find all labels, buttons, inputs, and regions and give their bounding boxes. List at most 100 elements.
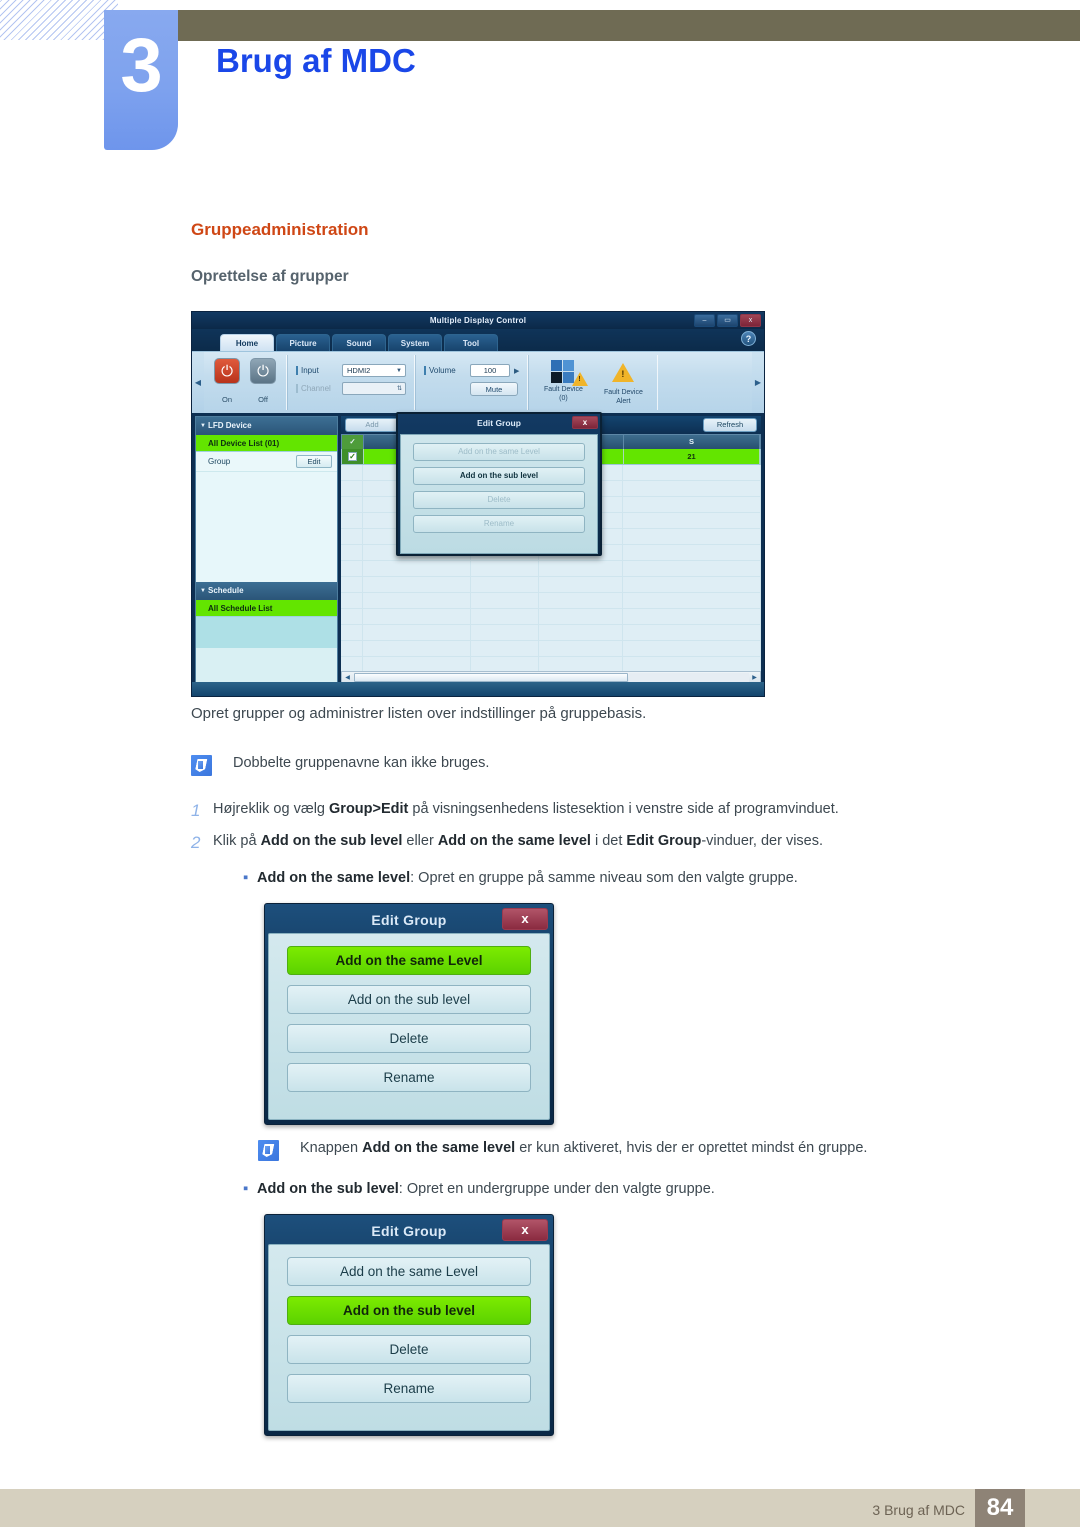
step-1: 1 Højreklik og vælg Group>Edit på visnin… (191, 800, 839, 822)
tab-system[interactable]: System (388, 334, 442, 351)
chevron-down-icon: ▼ (396, 368, 402, 374)
table-row[interactable] (341, 593, 761, 609)
minimize-button[interactable]: – (694, 314, 715, 327)
edit-group-dialog-same-level: Edit Group x Add on the same Level Add o… (264, 903, 554, 1125)
bullet-add-same-level: ▪ Add on the same level: Opret en gruppe… (243, 869, 798, 889)
manual-page: 3 Brug af MDC Gruppeadministration Opret… (0, 0, 1080, 1527)
tab-home[interactable]: Home (220, 334, 274, 351)
tab-tool[interactable]: Tool (444, 334, 498, 351)
grid-header-check[interactable]: ✓ (342, 435, 364, 449)
intro-paragraph: Opret grupper og administrer listen over… (191, 705, 647, 722)
scroll-left-icon[interactable]: ◀ (342, 674, 353, 681)
grid-refresh-button[interactable]: Refresh (703, 418, 757, 432)
ribbon-group-fault: Fault Device (0) Fault Device Alert (528, 355, 659, 410)
embedded-rename-button[interactable]: Rename (413, 515, 585, 533)
scrollbar-thumb[interactable] (354, 672, 628, 682)
volume-input[interactable]: 100 (470, 364, 510, 377)
sidebar-item-all-schedule-list[interactable]: All Schedule List (196, 600, 337, 617)
fault-device-alert-button[interactable]: Fault Device Alert (597, 360, 649, 406)
section-subheading: Oprettelse af grupper (191, 268, 349, 285)
power-on-label: On (221, 395, 232, 404)
power-on-button[interactable]: ⏻ On (212, 358, 242, 404)
sidebar-header-lfd[interactable]: ▼ LFD Device (196, 417, 337, 435)
fault-device-icon (537, 360, 589, 386)
power-off-button[interactable]: ⏻ Off (248, 358, 278, 404)
group-edit-button[interactable]: Edit (296, 455, 332, 468)
close-button[interactable]: x (740, 314, 761, 327)
grid-header-extra[interactable]: S (624, 435, 760, 449)
table-row[interactable] (341, 577, 761, 593)
mdc-titlebar: Multiple Display Control – ▭ x (192, 312, 764, 329)
fault-device-count: (0) (559, 394, 568, 402)
table-row[interactable] (341, 625, 761, 641)
sidebar-item-all-device-list[interactable]: All Device List (01) (196, 435, 337, 452)
sidebar-lower-fill (196, 617, 337, 648)
mute-button[interactable]: Mute (470, 382, 518, 396)
add-on-same-level-button[interactable]: Add on the same Level (287, 1257, 531, 1286)
embedded-dialog-title: Edit Group (477, 418, 521, 428)
rename-button[interactable]: Rename (287, 1063, 531, 1092)
grid-add-button[interactable]: Add (345, 418, 399, 432)
fault-alert-label-line2: Alert (616, 397, 631, 405)
embedded-delete-button[interactable]: Delete (413, 491, 585, 509)
note-same-level-enabled: Knappen Add on the same level er kun akt… (258, 1140, 867, 1161)
embedded-add-sub-level-button[interactable]: Add on the sub level (413, 467, 585, 485)
section-heading: Gruppeadministration (191, 220, 369, 239)
volume-label: Volume (424, 366, 470, 375)
dialog-titlebar: Edit Group x (268, 1218, 550, 1244)
tab-picture[interactable]: Picture (276, 334, 330, 351)
sidebar-schedule-label: Schedule (208, 586, 244, 595)
add-on-sub-level-button[interactable]: Add on the sub level (287, 985, 531, 1014)
power-off-label: Off (258, 395, 268, 404)
bullet-icon: ▪ (243, 1180, 249, 1197)
note-text: Dobbelte gruppenavne kan ikke bruges. (233, 755, 490, 771)
sidebar-header-schedule[interactable]: ▼ Schedule (196, 582, 337, 600)
fault-device-alert-icon (597, 363, 649, 389)
table-row[interactable] (341, 561, 761, 577)
rename-button[interactable]: Rename (287, 1374, 531, 1403)
delete-button[interactable]: Delete (287, 1024, 531, 1053)
input-label: Input (296, 366, 342, 375)
mdc-tab-bar: Home Picture Sound System Tool ? (192, 329, 764, 351)
bullet-add-sub-level: ▪ Add on the sub level: Opret en undergr… (243, 1180, 715, 1200)
chevron-down-icon: ▼ (200, 588, 206, 594)
embedded-add-same-level-button[interactable]: Add on the same Level (413, 443, 585, 461)
volume-value: 100 (483, 366, 497, 375)
dialog-close-button[interactable]: x (502, 1219, 548, 1241)
add-on-same-level-button[interactable]: Add on the same Level (287, 946, 531, 975)
input-select[interactable]: HDMI2 ▼ (342, 364, 406, 377)
scrollbar-track[interactable] (629, 672, 749, 682)
channel-stepper[interactable]: ⇅ (342, 382, 406, 395)
page-number-badge: 84 (975, 1489, 1025, 1527)
sidebar-lfd-label: LFD Device (208, 421, 252, 430)
ribbon-scroll-left-icon[interactable]: ◀ (192, 352, 204, 413)
add-on-sub-level-button[interactable]: Add on the sub level (287, 1296, 531, 1325)
chapter-number-badge: 3 (104, 10, 178, 150)
note-duplicate-names: Dobbelte gruppenavne kan ikke bruges. (191, 755, 489, 776)
embedded-dialog-titlebar: Edit Group x (398, 414, 600, 432)
bullet-1-text: Add on the same level: Opret en gruppe p… (257, 870, 798, 886)
maximize-button[interactable]: ▭ (717, 314, 738, 327)
mdc-window-buttons: – ▭ x (694, 314, 761, 327)
embedded-dialog-close-button[interactable]: x (572, 416, 598, 429)
volume-play-icon[interactable]: ▶ (514, 367, 519, 375)
tab-sound[interactable]: Sound (332, 334, 386, 351)
scroll-right-icon[interactable]: ▶ (749, 674, 760, 681)
input-value: HDMI2 (347, 366, 371, 375)
mdc-application-screenshot: Multiple Display Control – ▭ x Home Pict… (191, 311, 765, 697)
bullet-icon: ▪ (243, 869, 249, 886)
note-2-text: Knappen Add on the same level er kun akt… (300, 1140, 868, 1156)
table-row[interactable] (341, 609, 761, 625)
row-checkbox[interactable]: ✓ (342, 449, 364, 464)
row-extra-cell: 21 (624, 449, 760, 464)
mdc-status-bar (192, 682, 764, 696)
step-1-bold: Group>Edit (329, 801, 409, 817)
delete-button[interactable]: Delete (287, 1335, 531, 1364)
fault-device-button[interactable]: Fault Device (0) (537, 360, 589, 403)
step-2-text: Klik på Add on the sub level eller Add o… (213, 833, 824, 849)
sidebar-item-group[interactable]: Group Edit (196, 452, 337, 472)
dialog-close-button[interactable]: x (502, 908, 548, 930)
table-row[interactable] (341, 641, 761, 657)
help-icon[interactable]: ? (741, 331, 756, 346)
ribbon-scroll-right-icon[interactable]: ▶ (752, 352, 764, 413)
